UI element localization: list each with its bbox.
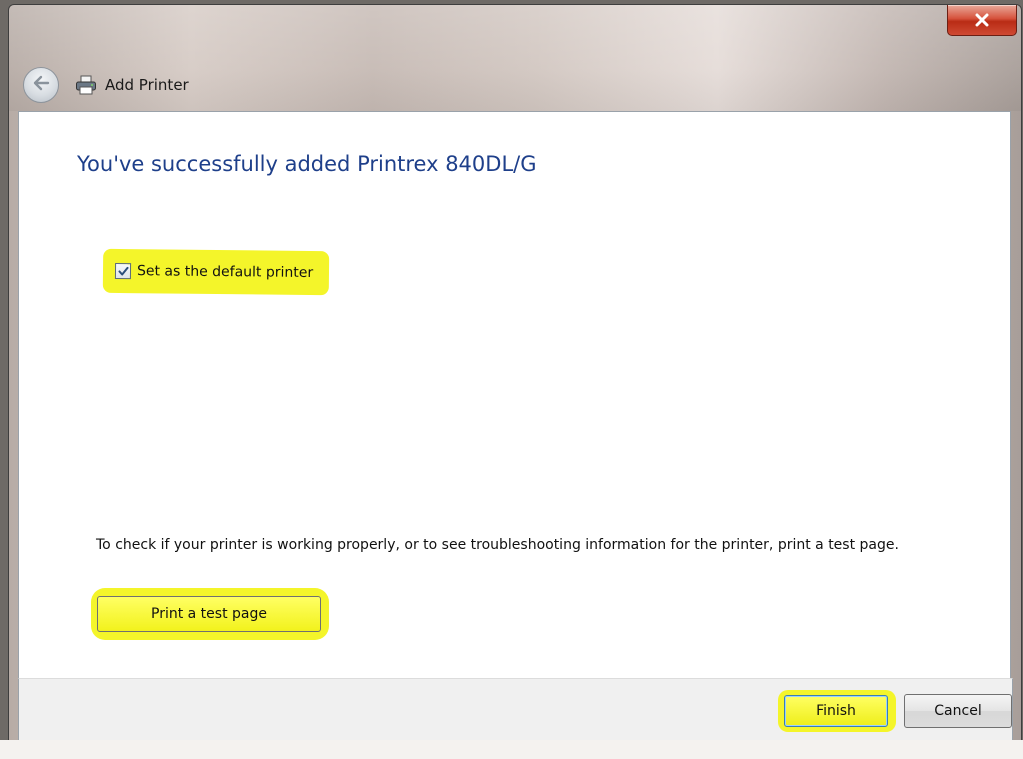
page-background-strip — [0, 740, 1023, 759]
finish-highlight: Finish — [778, 690, 896, 732]
navigation-row: Add Printer — [23, 65, 189, 105]
cancel-button[interactable]: Cancel — [904, 694, 1012, 728]
add-printer-window: Add Printer You've successfully added Pr… — [8, 4, 1022, 752]
printer-icon — [75, 75, 97, 95]
default-printer-checkbox-row[interactable]: Set as the default printer — [104, 250, 328, 294]
checkmark-icon — [117, 261, 129, 280]
wizard-content: You've successfully added Printrex 840DL… — [18, 111, 1011, 678]
back-arrow-icon — [32, 75, 50, 95]
default-printer-label: Set as the default printer — [136, 263, 314, 282]
test-page-highlight: Print a test page — [91, 588, 329, 640]
back-button[interactable] — [23, 67, 59, 103]
print-test-page-button[interactable]: Print a test page — [97, 596, 321, 632]
window-title: Add Printer — [105, 76, 189, 94]
wizard-footer: Finish Cancel — [18, 678, 1013, 743]
close-icon — [974, 13, 990, 27]
page-title: You've successfully added Printrex 840DL… — [77, 152, 537, 176]
close-button[interactable] — [947, 5, 1017, 36]
test-page-info-text: To check if your printer is working prop… — [96, 537, 899, 553]
finish-button[interactable]: Finish — [784, 695, 888, 727]
default-printer-checkbox[interactable] — [114, 261, 132, 280]
